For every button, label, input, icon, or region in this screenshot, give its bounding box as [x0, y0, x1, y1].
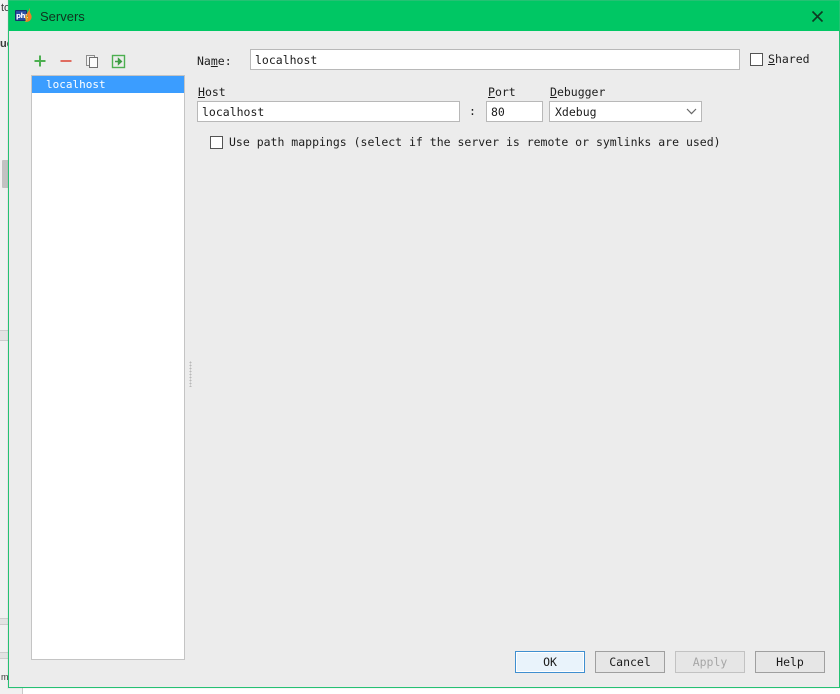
remove-icon[interactable] — [57, 52, 75, 70]
debugger-select[interactable]: Xdebug — [549, 101, 702, 122]
port-label: Port — [488, 85, 516, 99]
shared-checkbox-label: Shared — [768, 52, 810, 66]
name-label: Name: — [197, 54, 232, 68]
port-input[interactable] — [486, 101, 543, 122]
server-list-toolbar — [31, 51, 191, 71]
name-label-post: e: — [217, 54, 232, 68]
list-item[interactable]: localhost — [32, 76, 184, 93]
shared-checkbox[interactable]: Shared — [750, 52, 810, 66]
host-input[interactable] — [197, 101, 460, 122]
server-detail-pane: Name: Shared Host : Port Debugger Xdebug — [197, 49, 825, 627]
name-label-pre: Na — [197, 54, 211, 68]
name-input[interactable] — [250, 49, 740, 70]
name-label-mnemonic: m — [210, 54, 218, 68]
import-icon[interactable] — [109, 52, 127, 70]
flame-icon — [24, 8, 32, 22]
use-path-mappings-checkbox[interactable]: Use path mappings (select if the server … — [210, 135, 721, 149]
debugger-label-post: ebugger — [556, 85, 606, 99]
checkbox-box-icon — [210, 135, 223, 149]
shared-label-post: hared — [774, 52, 810, 66]
chevron-down-icon — [681, 108, 701, 115]
server-list[interactable]: localhost — [31, 75, 185, 660]
debugger-selected-value: Xdebug — [555, 104, 597, 119]
shared-label-mnemonic: S — [768, 52, 775, 66]
apply-button: Apply — [675, 651, 745, 673]
debugger-label: Debugger — [550, 85, 605, 99]
host-label: Host — [198, 85, 226, 99]
port-label-mnemonic: P — [488, 85, 495, 99]
dialog-body: localhost Name: Shared Host : Port Debug… — [9, 31, 839, 687]
add-icon[interactable] — [31, 52, 49, 70]
dialog-titlebar[interactable]: php Servers — [9, 1, 839, 31]
splitter-handle[interactable] — [187, 75, 195, 660]
checkbox-box-icon — [750, 52, 763, 66]
host-label-mnemonic: H — [198, 85, 205, 99]
copy-icon[interactable] — [83, 52, 101, 70]
port-label-post: ort — [494, 85, 516, 99]
phpstorm-icon: php — [15, 8, 32, 24]
close-button[interactable] — [795, 1, 839, 31]
debugger-label-mnemonic: D — [550, 85, 557, 99]
dialog-button-bar: OK Cancel Apply Help — [515, 651, 825, 673]
cancel-button[interactable]: Cancel — [595, 651, 665, 673]
close-icon — [811, 10, 823, 22]
host-port-separator: : — [469, 104, 476, 118]
use-path-mappings-label: Use path mappings (select if the server … — [229, 135, 721, 149]
help-button[interactable]: Help — [755, 651, 825, 673]
dialog-title: Servers — [40, 8, 85, 24]
servers-dialog: php Servers localhost Name: localhost Sh… — [8, 0, 840, 688]
host-label-post: ost — [204, 85, 226, 99]
splitter-grip-icon — [189, 361, 192, 387]
ok-button[interactable]: OK — [515, 651, 585, 673]
